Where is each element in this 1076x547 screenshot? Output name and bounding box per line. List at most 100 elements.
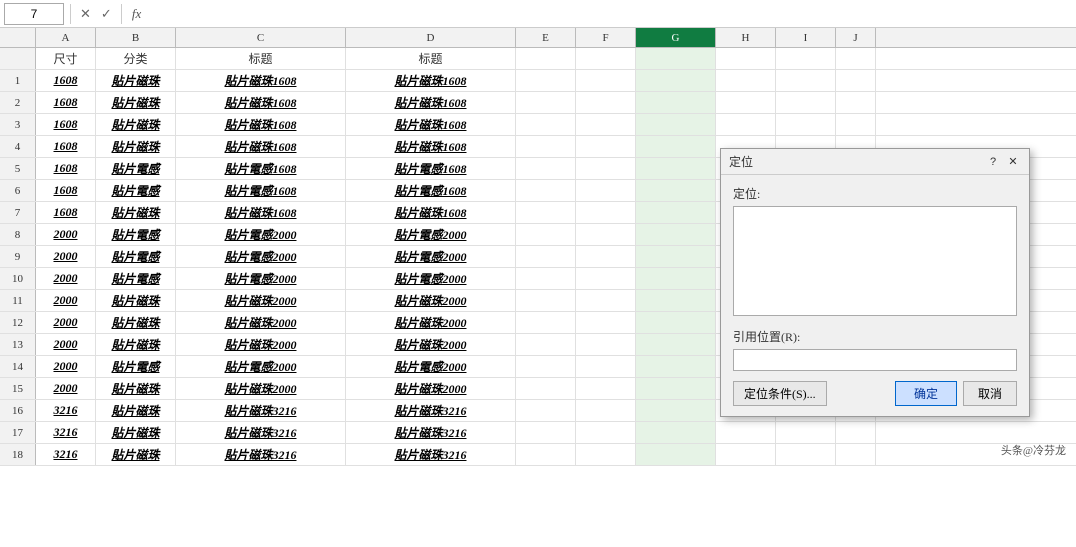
list-item[interactable]: 貼片磁珠2000 <box>346 290 516 311</box>
list-item[interactable]: 貼片磁珠 <box>96 92 176 113</box>
list-item[interactable] <box>576 400 636 421</box>
col-header-d[interactable]: D <box>346 28 516 47</box>
list-item[interactable] <box>636 70 716 91</box>
list-item[interactable]: 貼片磁珠 <box>96 378 176 399</box>
list-item[interactable]: 貼片電感2000 <box>176 246 346 267</box>
list-item[interactable] <box>516 312 576 333</box>
list-item[interactable] <box>716 70 776 91</box>
list-item[interactable] <box>836 92 876 113</box>
list-item[interactable]: 貼片磁珠2000 <box>346 334 516 355</box>
list-item[interactable] <box>776 422 836 443</box>
list-item[interactable] <box>516 202 576 223</box>
cancel-formula-icon[interactable]: ✕ <box>77 6 94 22</box>
list-item[interactable]: 1608 <box>36 114 96 135</box>
list-item[interactable] <box>516 400 576 421</box>
list-item[interactable]: 貼片電感1608 <box>346 180 516 201</box>
cell-header-b[interactable]: 分类 <box>96 48 176 69</box>
row-number[interactable]: 3 <box>0 114 36 135</box>
list-item[interactable] <box>836 444 876 465</box>
list-item[interactable]: 1608 <box>36 136 96 157</box>
list-item[interactable]: 2000 <box>36 290 96 311</box>
list-item[interactable] <box>516 180 576 201</box>
list-item[interactable] <box>576 224 636 245</box>
list-item[interactable]: 貼片電感1608 <box>176 180 346 201</box>
row-number[interactable]: 11 <box>0 290 36 311</box>
list-item[interactable]: 1608 <box>36 70 96 91</box>
list-item[interactable]: 貼片磁珠 <box>96 202 176 223</box>
list-item[interactable] <box>636 400 716 421</box>
list-item[interactable]: 1608 <box>36 202 96 223</box>
list-item[interactable]: 貼片磁珠2000 <box>176 290 346 311</box>
list-item[interactable]: 貼片電感 <box>96 356 176 377</box>
list-item[interactable]: 貼片磁珠3216 <box>176 444 346 465</box>
row-number[interactable]: 2 <box>0 92 36 113</box>
list-item[interactable] <box>636 268 716 289</box>
list-item[interactable]: 貼片磁珠1608 <box>346 92 516 113</box>
dialog-goto-textarea[interactable] <box>733 206 1017 316</box>
list-item[interactable] <box>576 158 636 179</box>
list-item[interactable] <box>636 444 716 465</box>
list-item[interactable]: 貼片磁珠2000 <box>176 378 346 399</box>
list-item[interactable] <box>576 92 636 113</box>
row-number[interactable]: 1 <box>0 70 36 91</box>
list-item[interactable]: 2000 <box>36 378 96 399</box>
list-item[interactable] <box>636 290 716 311</box>
list-item[interactable] <box>636 422 716 443</box>
list-item[interactable]: 貼片電感1608 <box>176 158 346 179</box>
list-item[interactable]: 貼片電感2000 <box>346 224 516 245</box>
list-item[interactable]: 貼片電感2000 <box>346 246 516 267</box>
list-item[interactable]: 貼片磁珠 <box>96 422 176 443</box>
cell-header-d[interactable]: 标题 <box>346 48 516 69</box>
list-item[interactable]: 貼片磁珠 <box>96 290 176 311</box>
dialog-ref-input[interactable] <box>733 349 1017 371</box>
cell-header-g[interactable] <box>636 48 716 69</box>
row-number[interactable]: 6 <box>0 180 36 201</box>
list-item[interactable]: 貼片電感 <box>96 224 176 245</box>
list-item[interactable] <box>516 356 576 377</box>
list-item[interactable]: 貼片磁珠 <box>96 70 176 91</box>
list-item[interactable]: 貼片磁珠 <box>96 444 176 465</box>
list-item[interactable]: 貼片電感 <box>96 246 176 267</box>
dialog-close-btn[interactable]: ✕ <box>1005 154 1021 170</box>
col-header-i[interactable]: I <box>776 28 836 47</box>
list-item[interactable]: 貼片磁珠 <box>96 312 176 333</box>
list-item[interactable]: 3216 <box>36 400 96 421</box>
list-item[interactable] <box>776 70 836 91</box>
row-number[interactable]: 9 <box>0 246 36 267</box>
formula-input[interactable] <box>149 6 1072 21</box>
col-header-a[interactable]: A <box>36 28 96 47</box>
list-item[interactable] <box>636 334 716 355</box>
list-item[interactable]: 貼片磁珠1608 <box>346 70 516 91</box>
list-item[interactable]: 1608 <box>36 180 96 201</box>
list-item[interactable] <box>776 92 836 113</box>
cell-header-j[interactable] <box>836 48 876 69</box>
list-item[interactable] <box>516 246 576 267</box>
cell-header-i[interactable] <box>776 48 836 69</box>
list-item[interactable] <box>576 136 636 157</box>
list-item[interactable] <box>576 246 636 267</box>
list-item[interactable] <box>516 268 576 289</box>
list-item[interactable]: 貼片磁珠 <box>96 334 176 355</box>
list-item[interactable]: 貼片電感2000 <box>176 224 346 245</box>
list-item[interactable] <box>716 114 776 135</box>
list-item[interactable] <box>636 136 716 157</box>
row-number[interactable]: 10 <box>0 268 36 289</box>
list-item[interactable]: 貼片電感 <box>96 158 176 179</box>
cell-header-h[interactable] <box>716 48 776 69</box>
list-item[interactable] <box>636 246 716 267</box>
list-item[interactable]: 貼片磁珠1608 <box>176 70 346 91</box>
col-header-e[interactable]: E <box>516 28 576 47</box>
list-item[interactable]: 貼片磁珠1608 <box>346 202 516 223</box>
cell-header-a[interactable]: 尺寸 <box>36 48 96 69</box>
list-item[interactable] <box>576 180 636 201</box>
list-item[interactable]: 貼片電感2000 <box>346 356 516 377</box>
list-item[interactable]: 貼片電感2000 <box>176 356 346 377</box>
cell-name-box[interactable] <box>4 3 64 25</box>
col-header-j[interactable]: J <box>836 28 876 47</box>
list-item[interactable] <box>836 70 876 91</box>
list-item[interactable]: 貼片磁珠1608 <box>176 136 346 157</box>
row-number[interactable]: 17 <box>0 422 36 443</box>
list-item[interactable]: 貼片磁珠3216 <box>176 400 346 421</box>
dialog-cancel-btn[interactable]: 取消 <box>963 381 1017 406</box>
list-item[interactable] <box>576 444 636 465</box>
